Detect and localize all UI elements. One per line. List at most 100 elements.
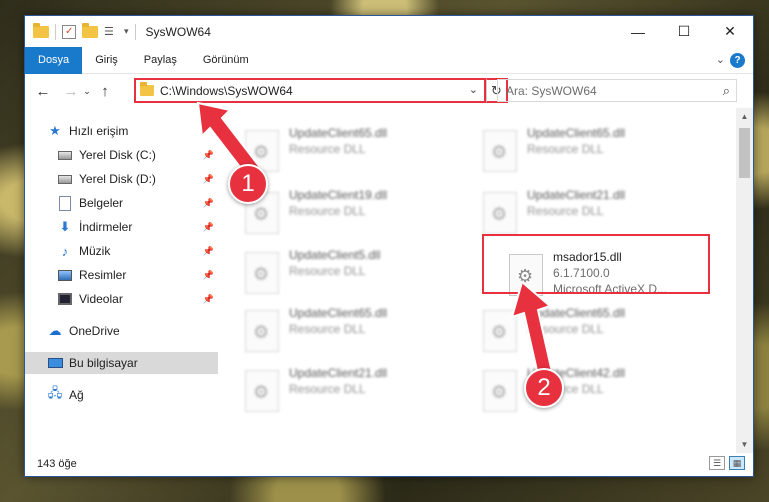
file-tile[interactable]: UpdateClient19.dll Resource DLL: [245, 188, 475, 242]
pictures-icon: [57, 267, 73, 283]
file-explorer-window: ✓ ☰ ▾ SysWOW64 — ☐ ✕ Dosya Giriş Paylaş …: [24, 15, 754, 477]
step-1-badge: 1: [228, 164, 268, 204]
pin-icon[interactable]: 📌: [203, 222, 214, 233]
nav-item-music[interactable]: ♪ Müzik 📌: [25, 240, 218, 262]
file-tile[interactable]: UpdateClient42.dllResource DLL: [483, 366, 713, 420]
file-type: Resource DLL: [289, 322, 366, 336]
quick-access-toolbar: ✓ ☰ ▾: [25, 22, 136, 40]
downloads-icon: ⬇: [59, 219, 71, 234]
help-icon[interactable]: ?: [730, 53, 745, 68]
dll-file-icon: [245, 252, 279, 294]
recent-locations-icon[interactable]: ⌄: [81, 86, 93, 97]
nav-label: Müzik: [79, 244, 111, 258]
folder-icon: [140, 82, 154, 96]
file-type: Resource DLL: [289, 204, 366, 218]
pin-icon[interactable]: 📌: [203, 294, 214, 305]
properties-icon[interactable]: ✓: [62, 24, 76, 39]
tab-file[interactable]: Dosya: [25, 46, 83, 74]
file-name: UpdateClient65.dll: [527, 126, 626, 140]
file-tile[interactable]: UpdateClient21.dll Resource DLL: [245, 366, 475, 420]
nav-item-local-disk-d[interactable]: Yerel Disk (D:) 📌: [25, 168, 218, 190]
customize-icon[interactable]: ☰: [104, 25, 118, 39]
address-path: C:\Windows\SysWOW64: [160, 83, 293, 98]
nav-item-pictures[interactable]: Resimler 📌: [25, 264, 218, 286]
search-icon: ⌕: [722, 83, 730, 98]
address-row: ← → ⌄ ↑ C:\Windows\SysWOW64 ⌄ ↻ Ara: Sys…: [25, 74, 753, 108]
file-tile[interactable]: UpdateClient65.dll Resource DLL: [245, 306, 475, 360]
ribbon-expand-icon[interactable]: ⌄: [716, 53, 725, 66]
nav-label: Videolar: [79, 292, 123, 306]
pin-icon[interactable]: 📌: [203, 246, 214, 257]
tab-share[interactable]: Paylaş: [131, 47, 190, 74]
file-name: UpdateClient5.dll: [289, 248, 381, 262]
scroll-thumb[interactable]: [739, 128, 750, 178]
pin-icon[interactable]: 📌: [203, 150, 214, 161]
nav-item-videos[interactable]: Videolar 📌: [25, 288, 218, 310]
nav-this-pc[interactable]: Bu bilgisayar: [25, 352, 218, 374]
nav-item-downloads[interactable]: ⬇ İndirmeler 📌: [25, 216, 218, 238]
new-folder-icon[interactable]: [82, 22, 98, 38]
dll-file-icon: [483, 370, 517, 412]
nav-network[interactable]: 🖧 Ağ: [25, 384, 218, 406]
nav-item-documents[interactable]: Belgeler 📌: [25, 192, 218, 214]
item-count: 143 öğe: [37, 457, 77, 470]
file-type: Resource DLL: [527, 204, 604, 218]
file-name: UpdateClient21.dll: [289, 366, 388, 380]
nav-label: İndirmeler: [79, 220, 133, 234]
network-icon: 🖧: [47, 385, 63, 400]
chevron-down-icon[interactable]: ⌄: [469, 83, 478, 96]
file-type: Resource DLL: [527, 142, 604, 156]
close-button[interactable]: ✕: [707, 16, 753, 47]
drive-icon: [57, 147, 73, 163]
status-bar: 143 öğe ☰ ▦: [25, 451, 753, 476]
file-name: UpdateClient21.dll: [527, 188, 626, 202]
cloud-icon: ☁: [48, 323, 62, 338]
pin-icon[interactable]: 📌: [203, 198, 214, 209]
minimize-button[interactable]: —: [615, 16, 661, 47]
file-name: UpdateClient65.dll: [289, 126, 388, 140]
tab-view[interactable]: Görünüm: [190, 47, 262, 74]
file-type: Resource DLL: [289, 264, 366, 278]
file-type: Resource DLL: [289, 142, 366, 156]
pin-icon[interactable]: 📌: [203, 174, 214, 185]
file-name: UpdateClient65.dll: [527, 306, 626, 320]
nav-label: OneDrive: [69, 324, 120, 338]
step-2-badge: 2: [524, 368, 564, 408]
window-controls: — ☐ ✕: [615, 16, 753, 47]
music-icon: ♪: [61, 243, 69, 259]
view-buttons: ☰ ▦: [709, 456, 745, 470]
search-input[interactable]: Ara: SysWOW64 ⌕: [497, 79, 737, 102]
dll-file-icon: [483, 310, 517, 352]
vertical-scrollbar[interactable]: ▲ ▼: [736, 108, 753, 453]
nav-label: Ağ: [69, 388, 84, 402]
scroll-up-icon[interactable]: ▲: [736, 108, 753, 125]
file-tile[interactable]: UpdateClient5.dll Resource DLL: [245, 248, 475, 302]
nav-item-local-disk-c[interactable]: Yerel Disk (C:) 📌: [25, 144, 218, 166]
maximize-button[interactable]: ☐: [661, 16, 707, 47]
nav-quick-access[interactable]: ★ Hızlı erişim: [25, 120, 218, 142]
pin-icon[interactable]: 📌: [203, 270, 214, 281]
dll-file-icon: [245, 310, 279, 352]
file-type: Resource DLL: [289, 382, 366, 396]
file-type: Resource DLL: [527, 322, 604, 336]
nav-onedrive[interactable]: ☁ OneDrive: [25, 320, 218, 342]
tab-home[interactable]: Giriş: [82, 47, 131, 74]
star-icon: ★: [49, 123, 61, 138]
tiles-view-icon[interactable]: ▦: [729, 456, 745, 470]
dll-file-icon: [483, 192, 517, 234]
ribbon-tabs: Dosya Giriş Paylaş Görünüm ⌄ ?: [25, 46, 753, 74]
address-bar[interactable]: C:\Windows\SysWOW64 ⌄: [134, 78, 486, 103]
dll-file-icon: [245, 370, 279, 412]
file-tile[interactable]: UpdateClient65.dll Resource DLL: [245, 126, 475, 180]
search-placeholder: Ara: SysWOW64: [506, 83, 597, 98]
up-arrow-icon[interactable]: ↑: [95, 83, 115, 100]
file-tile[interactable]: UpdateClient65.dll Resource DLL: [483, 306, 713, 360]
forward-arrow-icon[interactable]: →: [61, 83, 81, 100]
back-arrow-icon[interactable]: ←: [33, 83, 53, 100]
nav-label: Bu bilgisayar: [69, 356, 138, 370]
details-view-icon[interactable]: ☰: [709, 456, 725, 470]
file-tile[interactable]: UpdateClient65.dll Resource DLL: [483, 126, 713, 180]
window-title: SysWOW64: [145, 24, 211, 39]
highlight-box: [482, 234, 710, 294]
qat-dropdown-icon[interactable]: ▾: [124, 26, 129, 37]
